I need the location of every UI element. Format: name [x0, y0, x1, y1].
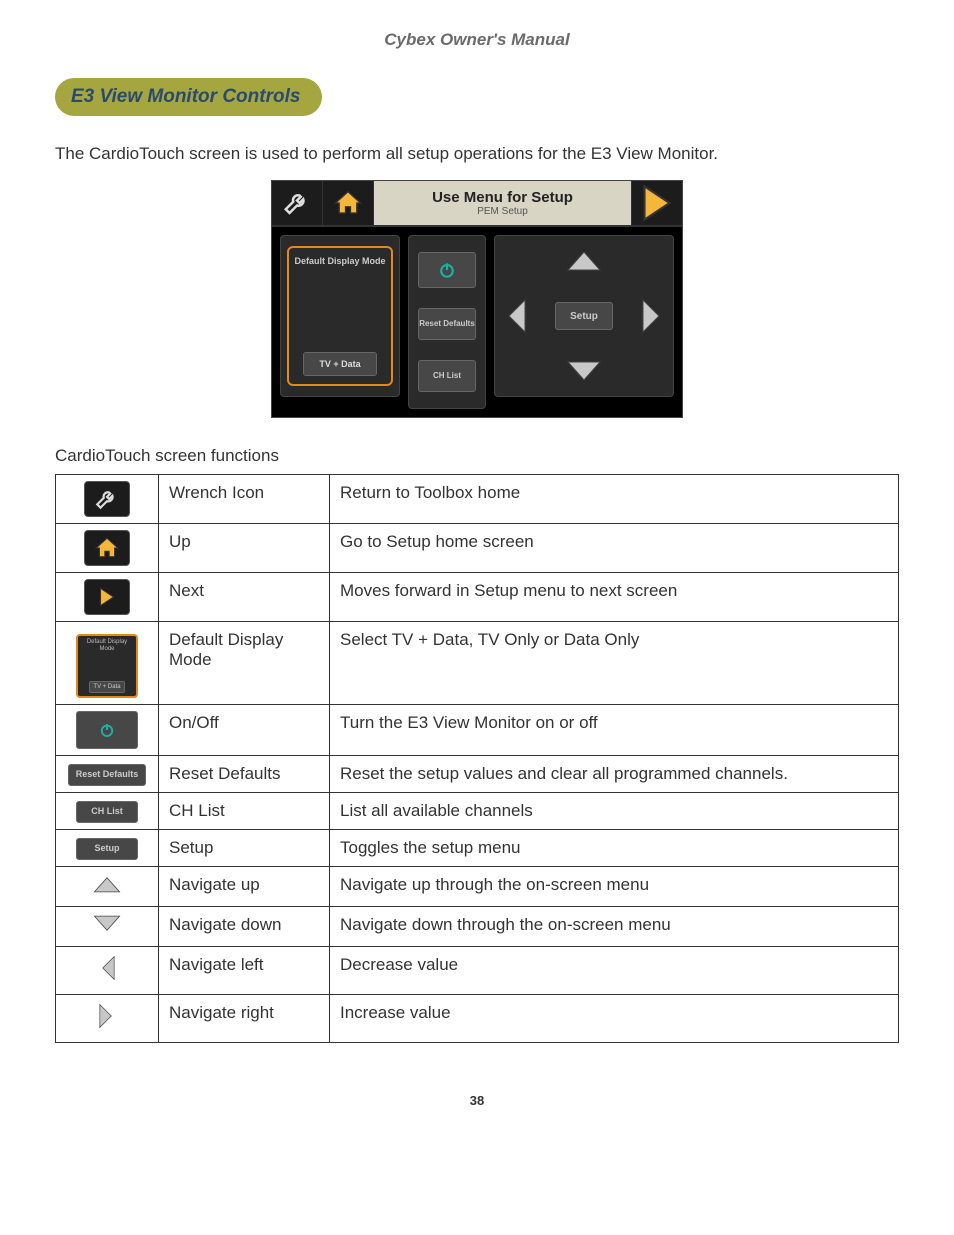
func-desc: Increase value [330, 995, 899, 1043]
func-desc: Turn the E3 View Monitor on or off [330, 705, 899, 756]
func-desc: Toggles the setup menu [330, 830, 899, 867]
ch-list-icon: CH List [76, 801, 138, 823]
func-desc: Decrease value [330, 947, 899, 995]
func-name: Navigate down [159, 907, 330, 947]
nav-down-icon [90, 913, 124, 935]
mid-controls: Reset Defaults CH List [408, 235, 486, 409]
intro-text: The CardioTouch screen is used to perfor… [55, 144, 899, 164]
ch-list-button: CH List [418, 360, 476, 392]
table-row: Default Display Mode TV + Data Default D… [56, 622, 899, 705]
func-name: Setup [159, 830, 330, 867]
func-name: Default Display Mode [159, 622, 330, 705]
table-row: Up Go to Setup home screen [56, 524, 899, 573]
power-icon [76, 711, 138, 749]
home-icon [323, 181, 374, 225]
func-desc: Navigate down through the on-screen menu [330, 907, 899, 947]
power-icon [418, 252, 476, 288]
table-row: Navigate up Navigate up through the on-s… [56, 867, 899, 907]
func-desc: Moves forward in Setup menu to next scre… [330, 573, 899, 622]
table-row: Setup Setup Toggles the setup menu [56, 830, 899, 867]
topbar-label: Use Menu for Setup PEM Setup [374, 181, 631, 225]
table-row: Navigate right Increase value [56, 995, 899, 1043]
section-heading: E3 View Monitor Controls [55, 78, 322, 116]
next-icon [84, 579, 130, 615]
functions-caption: CardioTouch screen functions [55, 446, 899, 466]
reset-defaults-button: Reset Defaults [418, 308, 476, 340]
func-name: Reset Defaults [159, 756, 330, 793]
nav-right-icon [639, 296, 667, 336]
func-desc: Reset the setup values and clear all pro… [330, 756, 899, 793]
wrench-icon [272, 181, 323, 225]
nav-right-icon [97, 1001, 117, 1031]
func-name: Navigate up [159, 867, 330, 907]
nav-up-icon [90, 873, 124, 895]
wrench-icon [84, 481, 130, 517]
page-number: 38 [55, 1093, 899, 1108]
nav-up-icon [564, 246, 604, 274]
func-name: Up [159, 524, 330, 573]
document-title: Cybex Owner's Manual [55, 30, 899, 50]
table-row: On/Off Turn the E3 View Monitor on or of… [56, 705, 899, 756]
setup-button: Setup [555, 302, 613, 330]
func-name: Navigate left [159, 947, 330, 995]
functions-table: Wrench Icon Return to Toolbox home Up Go… [55, 474, 899, 1043]
nav-down-icon [564, 358, 604, 386]
table-row: CH List CH List List all available chann… [56, 793, 899, 830]
home-icon [84, 530, 130, 566]
setup-icon: Setup [76, 838, 138, 860]
nav-left-icon [97, 953, 117, 983]
func-desc: Select TV + Data, TV Only or Data Only [330, 622, 899, 705]
default-display-panel: Default Display Mode TV + Data [280, 235, 400, 397]
next-icon [631, 181, 682, 225]
table-row: Navigate down Navigate down through the … [56, 907, 899, 947]
func-name: Navigate right [159, 995, 330, 1043]
nav-left-icon [501, 296, 529, 336]
func-name: CH List [159, 793, 330, 830]
func-desc: Navigate up through the on-screen menu [330, 867, 899, 907]
table-row: Wrench Icon Return to Toolbox home [56, 475, 899, 524]
nav-pad: Setup [494, 235, 674, 397]
cardiotouch-screenshot: Use Menu for Setup PEM Setup Default Dis… [271, 180, 683, 418]
func-desc: Go to Setup home screen [330, 524, 899, 573]
func-desc: List all available channels [330, 793, 899, 830]
default-display-value: TV + Data [303, 352, 377, 376]
table-row: Navigate left Decrease value [56, 947, 899, 995]
table-row: Next Moves forward in Setup menu to next… [56, 573, 899, 622]
table-row: Reset Defaults Reset Defaults Reset the … [56, 756, 899, 793]
reset-defaults-icon: Reset Defaults [68, 764, 147, 786]
default-display-mode-icon: Default Display Mode TV + Data [76, 634, 138, 698]
func-name: Next [159, 573, 330, 622]
func-name: On/Off [159, 705, 330, 756]
func-desc: Return to Toolbox home [330, 475, 899, 524]
func-name: Wrench Icon [159, 475, 330, 524]
